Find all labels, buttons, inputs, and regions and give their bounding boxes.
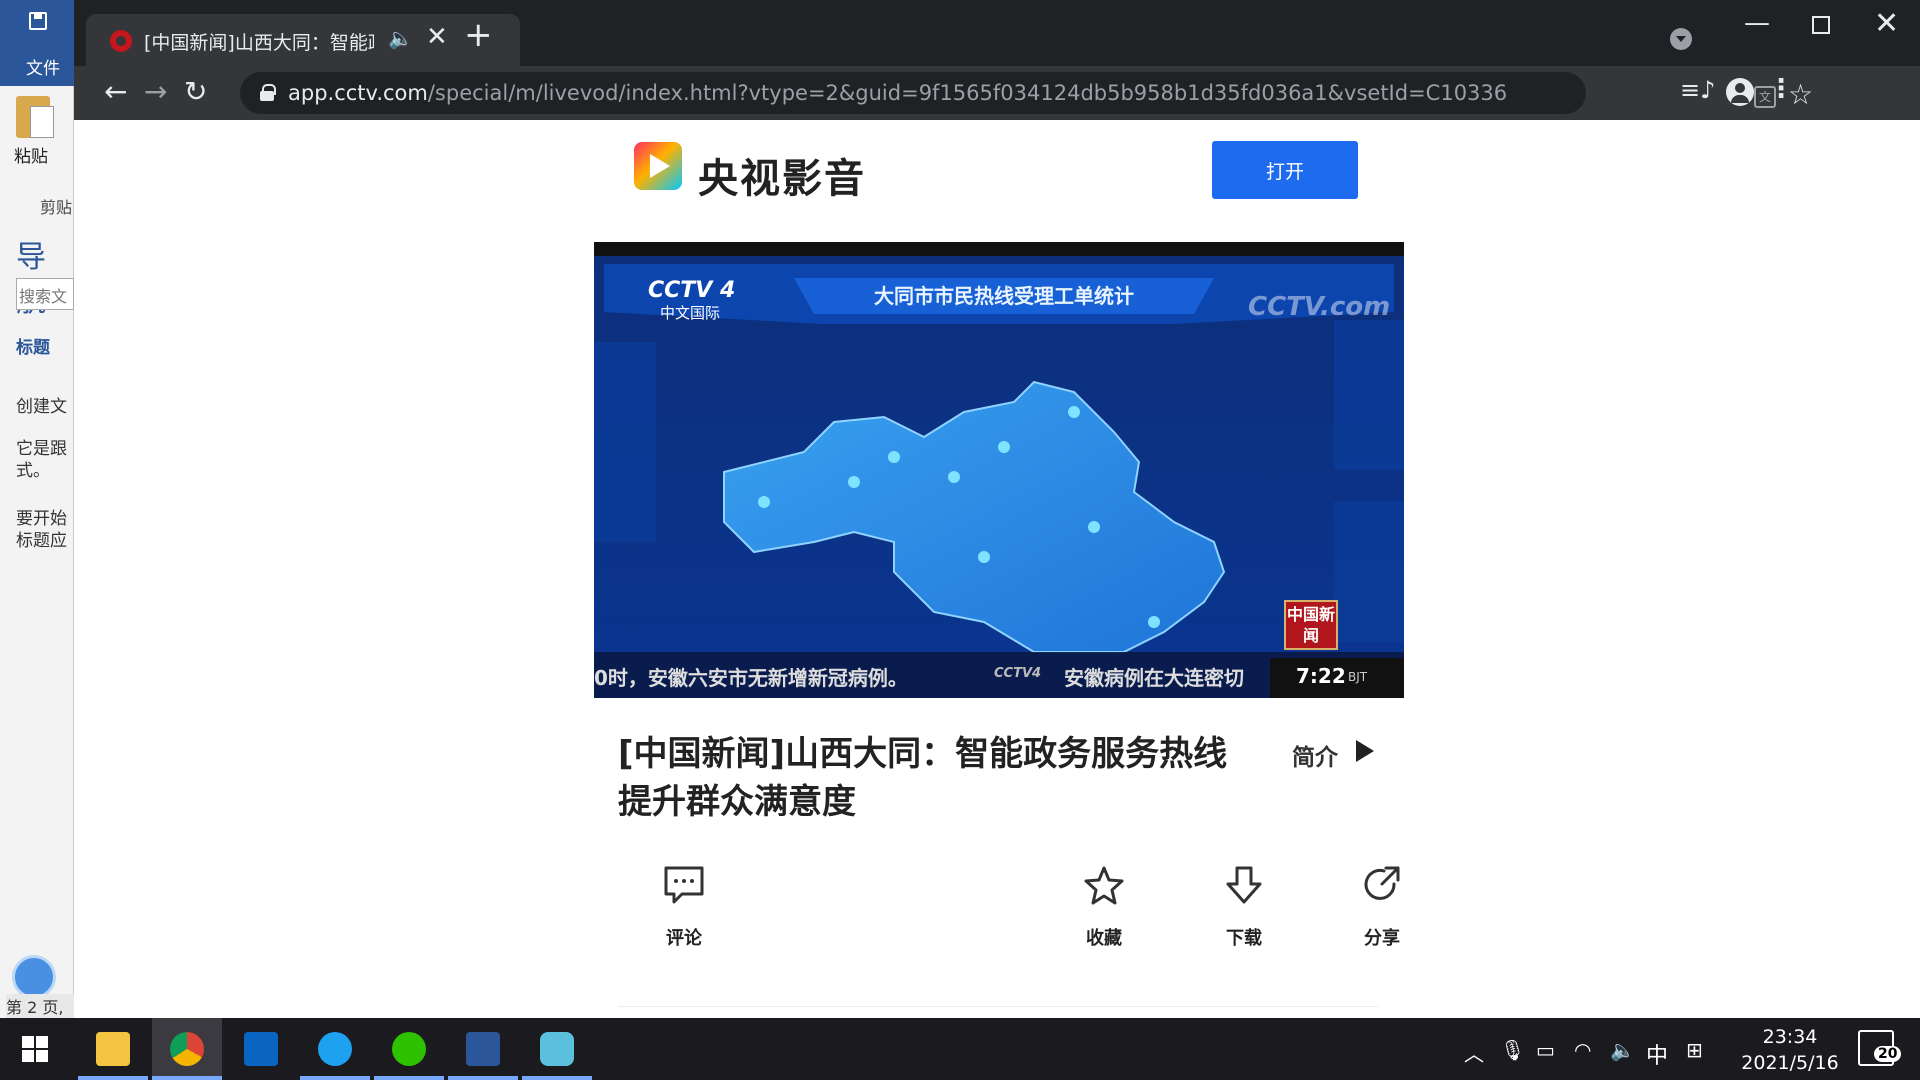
- download-button[interactable]: 下载: [1204, 864, 1284, 950]
- close-tab-icon[interactable]: ✕: [426, 22, 448, 52]
- tab-title: [中国新闻]山西大同：智能政: [144, 32, 374, 54]
- ticker-clock: 7:22 BJT: [1270, 658, 1404, 698]
- star-icon: [1084, 866, 1124, 905]
- nav-paragraph: 它是跟式。: [16, 439, 67, 481]
- taskbar-file-explorer[interactable]: [78, 1018, 148, 1080]
- taskbar-app[interactable]: [522, 1018, 592, 1080]
- open-app-button[interactable]: 打开: [1212, 141, 1358, 199]
- tab-strip: [中国新闻]山西大同：智能政 🔈 ✕ + — ✕: [74, 0, 1920, 66]
- nav-paragraph: 要开始标题应: [16, 509, 67, 551]
- word-ribbon: 文件: [0, 0, 74, 86]
- notification-count: 20: [1874, 1046, 1902, 1062]
- new-tab-icon[interactable]: +: [464, 18, 493, 52]
- ime-mode-icon[interactable]: ⊞: [1686, 1038, 1703, 1062]
- word-icon: [466, 1032, 500, 1066]
- browser-window: [中国新闻]山西大同：智能政 🔈 ✕ + — ✕ ← → ↻ app.cctv.…: [74, 0, 1920, 120]
- cctv-favicon-icon: [110, 30, 132, 52]
- cctv-video-logo[interactable]: 央视影音: [634, 142, 874, 202]
- wifi-icon[interactable]: ◠: [1574, 1038, 1591, 1062]
- outlook-icon: [244, 1032, 278, 1066]
- maximize-icon[interactable]: [1812, 16, 1830, 34]
- wechat-icon: [392, 1032, 426, 1066]
- kebab-menu-icon[interactable]: ⋮: [1768, 74, 1794, 104]
- ticker-logo: CCTV4: [994, 666, 1042, 681]
- system-clock[interactable]: 23:34 2021/5/16: [1730, 1024, 1850, 1076]
- tab-cctv[interactable]: [中国新闻]山西大同：智能政 🔈 ✕: [86, 14, 520, 66]
- clock-date: 2021/5/16: [1741, 1052, 1839, 1074]
- save-icon[interactable]: [29, 12, 47, 30]
- web-page: 央视影音 打开 CCTV 4 中文国际 大同市市民热线受理工单统计 CCTV.c…: [74, 120, 1920, 1018]
- word-window: 文件 粘贴 剪贴 导航 搜索文 标题 创建文 它是跟式。 要开始标题应 第 2 …: [0, 0, 74, 1018]
- intro-link[interactable]: 简介: [1292, 738, 1338, 772]
- taskbar-chrome[interactable]: [152, 1018, 222, 1080]
- share-icon: [1364, 866, 1400, 900]
- section-divider: [618, 1006, 1378, 1018]
- action-center-icon[interactable]: 20: [1858, 1030, 1902, 1066]
- ime-indicator[interactable]: 中: [1646, 1038, 1668, 1070]
- ticker-text: 0时，安徽六安市无新增新冠病例。: [594, 666, 908, 690]
- taskbar-outlook[interactable]: [226, 1018, 296, 1080]
- windows-start-icon[interactable]: [22, 1036, 48, 1062]
- chrome-icon: [170, 1032, 204, 1066]
- word-file-tab[interactable]: 文件: [26, 54, 60, 79]
- news-ticker: 0时，安徽六安市无新增新冠病例。 CCTV4 安徽病例在大连密切 7:22 BJ…: [594, 652, 1404, 698]
- ie-icon: [318, 1032, 352, 1066]
- nav-paragraph: 创建文: [16, 397, 67, 417]
- favorite-label: 收藏: [1086, 928, 1122, 949]
- browser-toolbar: ← → ↻ app.cctv.com/special/m/livevod/ind…: [74, 66, 1920, 120]
- ticker-text: 安徽病例在大连密切: [1064, 666, 1244, 690]
- video-banner-text: 大同市市民热线受理工单统计: [874, 284, 1134, 308]
- profile-avatar-icon[interactable]: [1726, 78, 1754, 106]
- play-arrow-icon[interactable]: [1356, 740, 1374, 762]
- navigation-search-input[interactable]: 搜索文: [16, 278, 74, 310]
- reload-icon[interactable]: ↻: [184, 76, 207, 108]
- logo-text: 央视影音: [698, 156, 866, 202]
- download-icon: [1226, 866, 1262, 904]
- taskbar-word[interactable]: [448, 1018, 518, 1080]
- download-label: 下载: [1226, 928, 1262, 949]
- app-icon: [540, 1032, 574, 1066]
- ticker-time: 7:22: [1296, 664, 1346, 688]
- channel-subtitle: 中文国际: [660, 304, 721, 322]
- favorite-button[interactable]: 收藏: [1064, 864, 1144, 950]
- comment-label: 评论: [666, 928, 702, 949]
- ticker-timezone: BJT: [1348, 670, 1368, 684]
- taskbar-internet-explorer[interactable]: [300, 1018, 370, 1080]
- video-player[interactable]: CCTV 4 中文国际 大同市市民热线受理工单统计 CCTV.com 中国新闻 …: [594, 242, 1404, 698]
- assistant-bubble-icon[interactable]: [12, 955, 56, 999]
- play-logo-icon: [634, 142, 682, 190]
- minimize-icon[interactable]: —: [1744, 8, 1770, 38]
- window-close-icon[interactable]: ✕: [1874, 6, 1899, 41]
- comment-button[interactable]: 评论: [644, 864, 724, 950]
- taskbar-wechat[interactable]: [374, 1018, 444, 1080]
- speaker-icon[interactable]: 🔈: [388, 26, 413, 50]
- word-page-status: 第 2 页,: [6, 994, 74, 1018]
- watermark: CCTV.com: [1248, 292, 1391, 322]
- paste-label: 粘贴: [14, 147, 48, 167]
- media-queue-icon[interactable]: ≡♪: [1680, 76, 1715, 104]
- battery-icon[interactable]: ▭: [1536, 1038, 1555, 1062]
- windows-taskbar: ︿ 🎙 ▭ ◠ 🔈 中 ⊞ 23:34 2021/5/16 20: [0, 1018, 1920, 1080]
- url-text[interactable]: app.cctv.com/special/m/livevod/index.htm…: [288, 81, 1507, 105]
- microphone-icon[interactable]: 🎙: [1500, 1038, 1525, 1062]
- lock-icon[interactable]: [260, 84, 276, 101]
- channel-logo: CCTV 4: [648, 278, 736, 303]
- forward-arrow-icon[interactable]: →: [144, 76, 167, 108]
- address-bar[interactable]: app.cctv.com/special/m/livevod/index.htm…: [240, 72, 1813, 114]
- tab-search-icon[interactable]: [1670, 28, 1692, 50]
- headings-tab[interactable]: 标题: [16, 333, 50, 358]
- back-arrow-icon[interactable]: ←: [104, 76, 127, 108]
- share-button[interactable]: 分享: [1342, 864, 1422, 950]
- show-hidden-icons[interactable]: ︿: [1464, 1038, 1484, 1067]
- clock-time: 23:34: [1762, 1026, 1818, 1048]
- news-badge: 中国新闻: [1284, 600, 1338, 650]
- volume-icon[interactable]: 🔈: [1610, 1038, 1635, 1062]
- share-label: 分享: [1364, 928, 1400, 949]
- comment-icon: [664, 866, 704, 904]
- video-title: [中国新闻]山西大同：智能政务服务热线提升群众满意度: [618, 734, 1228, 822]
- clipboard-group-label: 剪贴: [40, 198, 73, 217]
- clipboard-icon: [16, 96, 54, 138]
- paste-button[interactable]: [10, 92, 62, 188]
- folder-icon: [96, 1032, 130, 1066]
